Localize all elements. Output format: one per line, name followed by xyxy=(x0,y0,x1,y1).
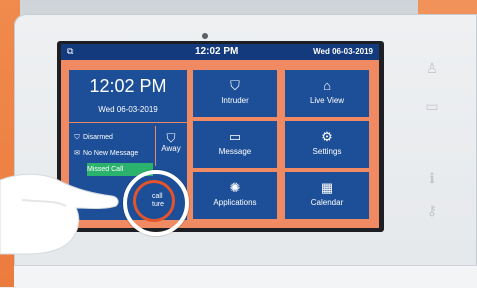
shield-small-icon: ⛉ xyxy=(74,134,80,141)
calendar-icon: ▦ xyxy=(320,180,334,195)
message-icon: ▭ xyxy=(228,129,242,144)
tile-settings[interactable]: ⚙ Settings xyxy=(285,121,369,168)
tile-applications-label: Applications xyxy=(213,198,257,207)
status-disarmed-label: Disarmed xyxy=(83,134,113,141)
tile-applications[interactable]: ✺ Applications xyxy=(193,172,277,219)
record-button-label: call ture xyxy=(152,193,165,208)
status-disarmed[interactable]: ⛉ Disarmed xyxy=(73,132,113,144)
clock-time: 12:02 PM xyxy=(89,76,167,96)
menu-grid: ⛉ Intruder ⌂ Live View ▭ Message ⚙ Setti… xyxy=(193,70,369,220)
info-icon[interactable]: ℹ xyxy=(420,170,444,187)
user-icon[interactable]: ♙ xyxy=(420,60,444,77)
status-bar: ⧉ 12:02 PM Wed 06-03-2019 xyxy=(61,44,379,60)
away-label: Away xyxy=(161,144,181,153)
tile-message[interactable]: ▭ Message xyxy=(193,121,277,168)
device-bottom-edge xyxy=(14,265,477,288)
shield-icon: ⛉ xyxy=(230,78,240,93)
statusbar-time: 12:02 PM xyxy=(195,46,239,57)
away-button[interactable]: ⛉ Away xyxy=(155,126,186,166)
camera-lens xyxy=(202,33,208,39)
tile-calendar[interactable]: ▦ Calendar xyxy=(285,172,369,219)
tile-live-view-label: Live View xyxy=(309,96,345,105)
tile-intruder-label: Intruder xyxy=(221,96,249,105)
key-icon[interactable]: ⚷ xyxy=(420,202,444,219)
window-icon[interactable]: ⧉ xyxy=(67,46,73,57)
side-icons: ♙ ▭ ℹ ⚷ xyxy=(420,60,448,230)
camera-icon: ⌂ xyxy=(323,78,331,93)
pointing-hand xyxy=(0,173,119,255)
tile-settings-label: Settings xyxy=(312,147,342,156)
statusbar-date: Wed 06-03-2019 xyxy=(313,47,373,56)
book-icon[interactable]: ▭ xyxy=(420,98,444,115)
tile-intruder[interactable]: ⛉ Intruder xyxy=(193,70,277,117)
gear-icon: ⚙ xyxy=(321,129,333,144)
bulb-icon: ✺ xyxy=(229,180,241,195)
tile-message-label: Message xyxy=(218,147,252,156)
tile-live-view[interactable]: ⌂ Live View xyxy=(285,70,369,117)
clock-date: Wed 06-03-2019 xyxy=(98,105,158,114)
tile-calendar-label: Calendar xyxy=(310,198,344,207)
shield-check-icon: ⛉ xyxy=(166,131,176,145)
clock-widget: 12:02 PM Wed 06-03-2019 xyxy=(69,70,187,123)
